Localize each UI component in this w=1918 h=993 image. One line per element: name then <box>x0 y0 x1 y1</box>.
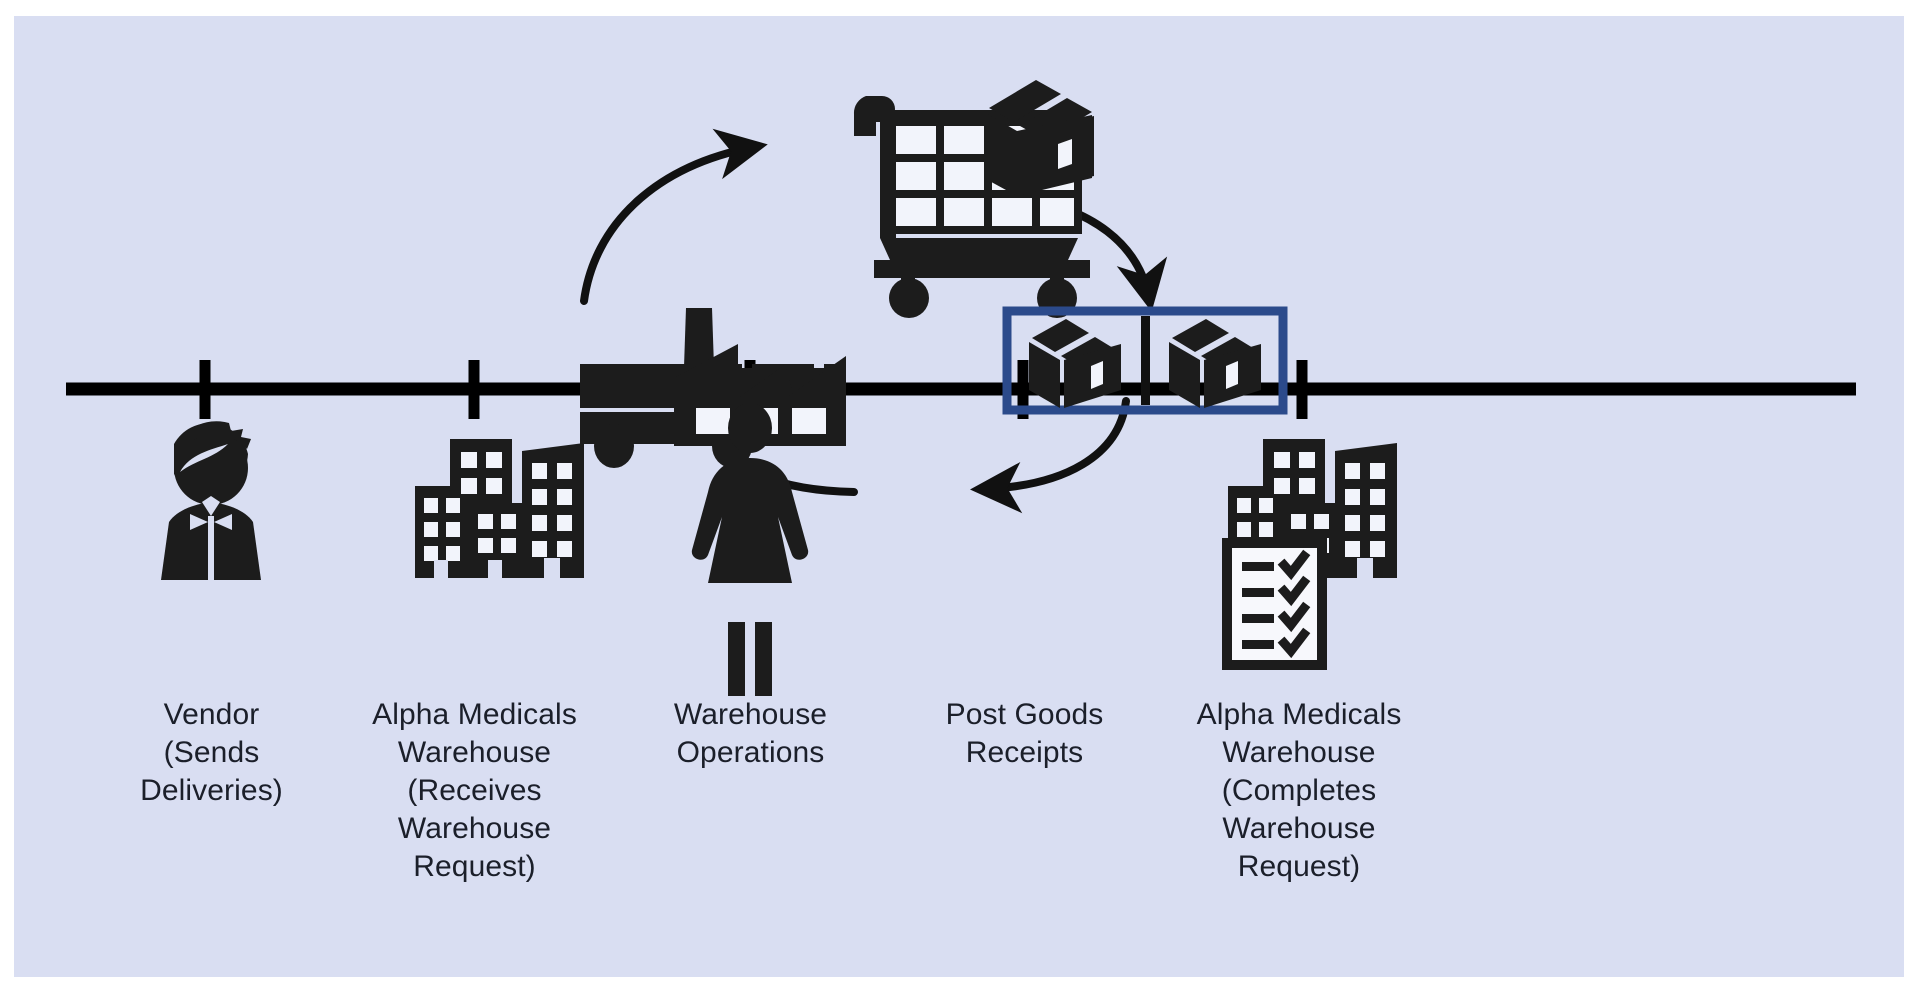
businessman-icon <box>161 421 261 580</box>
diagram-vector-layer <box>66 80 1856 696</box>
alpha-medicals-completes-label: Alpha Medicals Warehouse (Completes Ware… <box>1196 698 1402 883</box>
checklist-clipboard-icon <box>1222 538 1327 670</box>
diagram-canvas: Vendor (Sends Deliveries) Alpha Medicals… <box>14 16 1904 977</box>
alpha-medicals-receives-label: Alpha Medicals Warehouse (Receives Wareh… <box>372 698 577 883</box>
packages-framed-icon <box>1002 306 1288 415</box>
post-goods-receipts-label: Post Goods Receipts <box>945 698 1104 769</box>
step-label-warehouse-operations: Warehouse Operations <box>638 696 863 772</box>
step-label-post-goods-receipts: Post Goods Receipts <box>912 696 1137 772</box>
delivery-truck-factory-icon <box>580 308 846 468</box>
diagram-stage: Vendor (Sends Deliveries) Alpha Medicals… <box>0 0 1918 993</box>
warehouse-operations-label: Warehouse Operations <box>673 698 828 769</box>
warehouse-worker-icon <box>691 403 809 696</box>
office-buildings-icon <box>415 439 584 578</box>
package-box-cart-icon <box>984 80 1094 196</box>
arrow-factory-to-cart <box>580 128 768 305</box>
step-label-alpha-receives: Alpha Medicals Warehouse (Receives Wareh… <box>352 696 597 886</box>
process-timeline-axis <box>66 360 1856 419</box>
step-label-alpha-completes: Alpha Medicals Warehouse (Completes Ware… <box>1174 696 1424 886</box>
vendor-label: Vendor (Sends Deliveries) <box>140 698 283 807</box>
step-label-vendor: Vendor (Sends Deliveries) <box>94 696 329 810</box>
